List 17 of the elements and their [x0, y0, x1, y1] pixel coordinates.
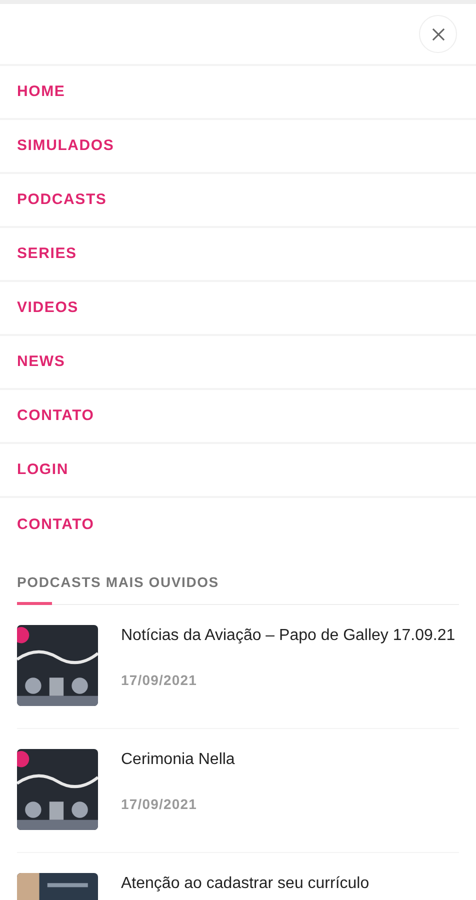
menu-link[interactable]: LOGIN: [17, 458, 68, 482]
menu-link[interactable]: NEWS: [17, 350, 66, 374]
podcast-title[interactable]: Notícias da Aviação – Papo de Galley 17.09.21: [121, 627, 456, 645]
menu-link[interactable]: SERIES: [17, 242, 77, 266]
menu-link[interactable]: VIDEOS: [17, 296, 78, 320]
menu-link[interactable]: CONTATO: [17, 404, 94, 428]
podcast-date: 17/09/2021: [121, 671, 198, 690]
menu-link[interactable]: PODCASTS: [17, 188, 107, 212]
menu-link[interactable]: CONTATO: [17, 514, 94, 536]
menu-link[interactable]: HOME: [17, 80, 66, 104]
close-button[interactable]: [419, 15, 457, 53]
section-title: PODCASTS MAIS OUVIDOS: [17, 573, 220, 592]
podcast-date: 17/09/2021: [121, 795, 198, 814]
menu-link[interactable]: SIMULADOS: [17, 134, 114, 158]
podcast-title[interactable]: Atenção ao cadastrar seu currículo: [121, 875, 370, 893]
podcast-title[interactable]: Cerimonia Nella: [121, 751, 235, 769]
close-icon: [432, 28, 444, 40]
